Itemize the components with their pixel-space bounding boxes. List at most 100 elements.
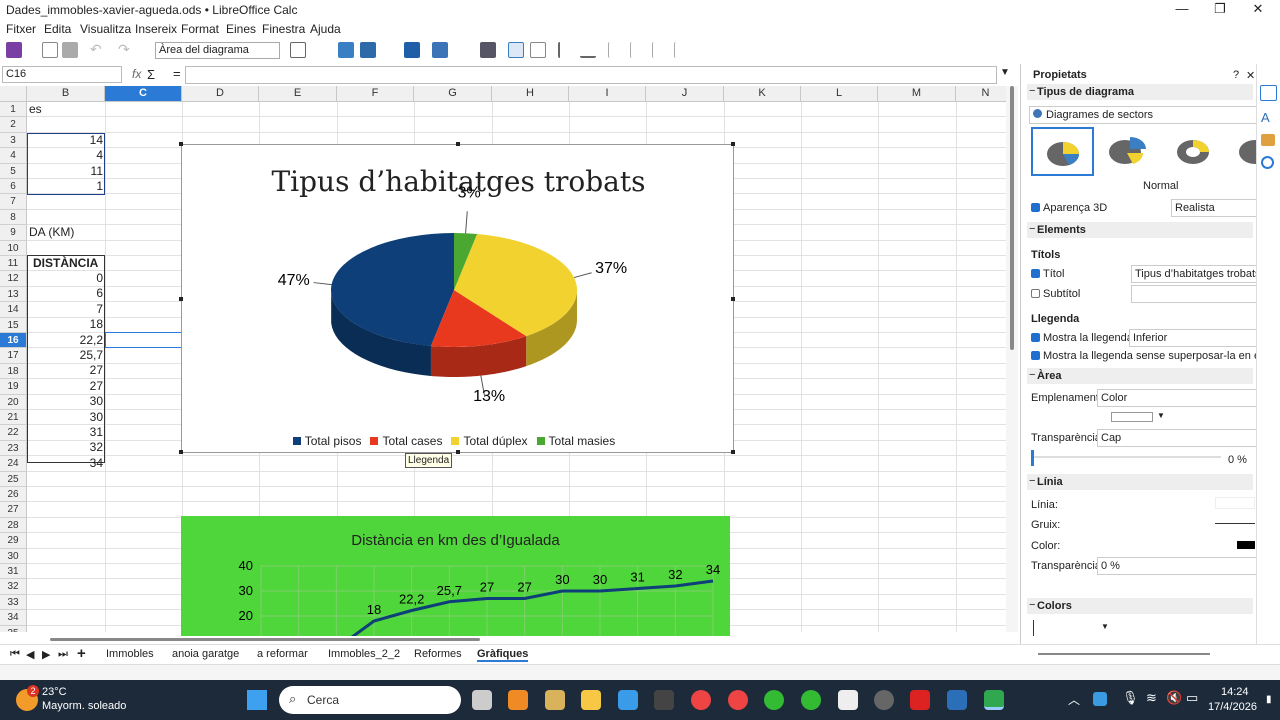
save-icon[interactable] xyxy=(6,42,22,58)
transparency-select[interactable]: Cap xyxy=(1097,429,1257,447)
fill-color-picker[interactable] xyxy=(1111,412,1153,422)
variant-donut[interactable] xyxy=(1163,127,1226,176)
col-header-g[interactable]: G xyxy=(414,86,492,102)
cell-b6[interactable]: 1 xyxy=(60,179,103,194)
distance-cell[interactable]: 34 xyxy=(40,456,103,471)
z-axis-icon[interactable] xyxy=(652,42,668,58)
x-axis-icon[interactable] xyxy=(608,42,624,58)
point-value-label[interactable]: 27 xyxy=(480,580,494,595)
row-header[interactable]: 7 xyxy=(0,194,27,210)
col-header-f[interactable]: F xyxy=(337,86,414,102)
cell-b3[interactable]: 14 xyxy=(60,133,103,148)
col-header-l[interactable]: L xyxy=(801,86,878,102)
menu-edita[interactable]: Edita xyxy=(44,22,71,36)
redo-icon[interactable]: ↷ xyxy=(118,42,134,58)
add-sheet-icon[interactable]: + xyxy=(77,645,86,662)
row-header[interactable]: 34 xyxy=(0,610,27,626)
app-badge-icon[interactable] xyxy=(874,690,894,710)
transparency-percent[interactable]: 0 % xyxy=(1228,454,1247,466)
col-header-m[interactable]: M xyxy=(878,86,956,102)
export-pdf-icon[interactable] xyxy=(42,42,58,58)
task-view-icon[interactable] xyxy=(472,690,492,710)
row-header[interactable]: 11 xyxy=(0,256,27,272)
cell-a1[interactable]: es xyxy=(29,102,42,117)
chrome-icon[interactable] xyxy=(691,690,711,710)
distance-cell[interactable]: 31 xyxy=(40,425,103,440)
legend-on-off-icon[interactable] xyxy=(508,42,524,58)
menu-eines[interactable]: Eines xyxy=(226,22,256,36)
acrobat-icon[interactable] xyxy=(910,690,930,710)
variant-exploded[interactable] xyxy=(1097,127,1160,176)
point-value-label[interactable]: 18 xyxy=(367,602,381,617)
writer-icon[interactable] xyxy=(947,690,967,710)
distance-cell[interactable]: 6 xyxy=(40,286,103,301)
sidebar-close-icon[interactable]: ✕ xyxy=(1246,69,1255,82)
distance-cell[interactable]: 22,2 xyxy=(40,333,103,348)
distance-cell[interactable]: 27 xyxy=(40,379,103,394)
chart-type-select[interactable]: Diagrames de sectors xyxy=(1029,106,1257,124)
distance-cell[interactable]: 7 xyxy=(40,302,103,317)
vlc-icon[interactable] xyxy=(508,690,528,710)
undo-icon[interactable]: ↶ xyxy=(90,42,106,58)
calc-icon[interactable] xyxy=(984,690,1004,710)
transparency-slider[interactable] xyxy=(1031,456,1221,458)
line-style-select[interactable] xyxy=(1215,497,1255,509)
store-icon[interactable] xyxy=(618,690,638,710)
name-box[interactable]: C16 xyxy=(2,66,122,83)
titles-icon[interactable] xyxy=(480,42,496,58)
row-header[interactable]: 27 xyxy=(0,502,27,518)
maximize-button[interactable]: ❐ xyxy=(1200,1,1240,19)
col-header-c[interactable]: C xyxy=(105,86,182,102)
pie-value-label[interactable]: 13% xyxy=(473,388,505,405)
chart-area-icon[interactable] xyxy=(360,42,376,58)
distance-cell[interactable]: 30 xyxy=(40,394,103,409)
row-header[interactable]: 25 xyxy=(0,471,27,487)
first-sheet-icon[interactable]: ⏮ xyxy=(10,648,20,661)
point-value-label[interactable]: 22,2 xyxy=(399,592,424,607)
prev-sheet-icon[interactable]: ◀ xyxy=(26,648,34,661)
battery-icon[interactable]: ▭ xyxy=(1186,690,1198,706)
search-box[interactable]: ⌕ Cerca xyxy=(279,686,461,714)
3d-view-icon[interactable] xyxy=(404,42,420,58)
scrollbar-thumb[interactable] xyxy=(1010,86,1014,350)
row-header[interactable]: 3 xyxy=(0,132,27,149)
row-header[interactable]: 14 xyxy=(0,302,27,318)
vertical-grids-icon[interactable] xyxy=(580,42,596,58)
col-header-h[interactable]: H xyxy=(492,86,569,102)
app-icon[interactable] xyxy=(654,690,674,710)
row-header[interactable]: 17 xyxy=(0,348,27,364)
row-header[interactable]: 16 xyxy=(0,333,27,349)
row-header[interactable]: 26 xyxy=(0,487,27,503)
volume-icon[interactable]: 🔇 xyxy=(1166,690,1182,706)
legend-item[interactable]: Total masies xyxy=(536,434,615,448)
legend-overlap-checkbox[interactable] xyxy=(1031,351,1040,360)
pie-value-label[interactable]: 3% xyxy=(458,185,481,202)
row-header[interactable]: 2 xyxy=(0,117,27,133)
title-checkbox[interactable] xyxy=(1031,269,1040,278)
row-header[interactable]: 18 xyxy=(0,363,27,380)
legend-icon[interactable] xyxy=(530,42,546,58)
col-header-e[interactable]: E xyxy=(259,86,337,102)
line-transparency-input[interactable]: 0 % xyxy=(1097,557,1257,575)
navigator-deck-icon[interactable] xyxy=(1261,156,1274,169)
help-icon[interactable]: ? xyxy=(1233,69,1239,81)
subtitle-checkbox[interactable] xyxy=(1031,289,1040,298)
format-selection-icon[interactable] xyxy=(290,42,306,58)
tab-immobles-2-2[interactable]: Immobles_2_2 xyxy=(328,648,400,660)
row-header[interactable]: 32 xyxy=(0,579,27,595)
point-value-label[interactable]: 25,7 xyxy=(437,583,462,598)
variant-normal[interactable] xyxy=(1031,127,1094,176)
vertical-scrollbar[interactable] xyxy=(1006,86,1018,632)
row-header[interactable]: 30 xyxy=(0,548,27,564)
line-color-picker[interactable] xyxy=(1237,541,1255,549)
col-header-n[interactable]: N xyxy=(956,86,1006,102)
row-header[interactable]: 20 xyxy=(0,394,27,410)
section-colors[interactable]: Colors xyxy=(1027,597,1253,614)
pie-value-label[interactable]: 47% xyxy=(278,272,310,289)
row-header[interactable]: 22 xyxy=(0,425,27,441)
formula-icon[interactable]: = xyxy=(173,66,181,81)
menu-ajuda[interactable]: Ajuda xyxy=(310,22,341,36)
pie-chart-frame[interactable]: Tipus d’habitatges trobats 47% 13% 37% 3% T… xyxy=(179,142,735,454)
pie-chart-svg[interactable]: 47% 13% 37% 3% xyxy=(182,145,735,454)
row-header[interactable]: 35 xyxy=(0,625,27,632)
